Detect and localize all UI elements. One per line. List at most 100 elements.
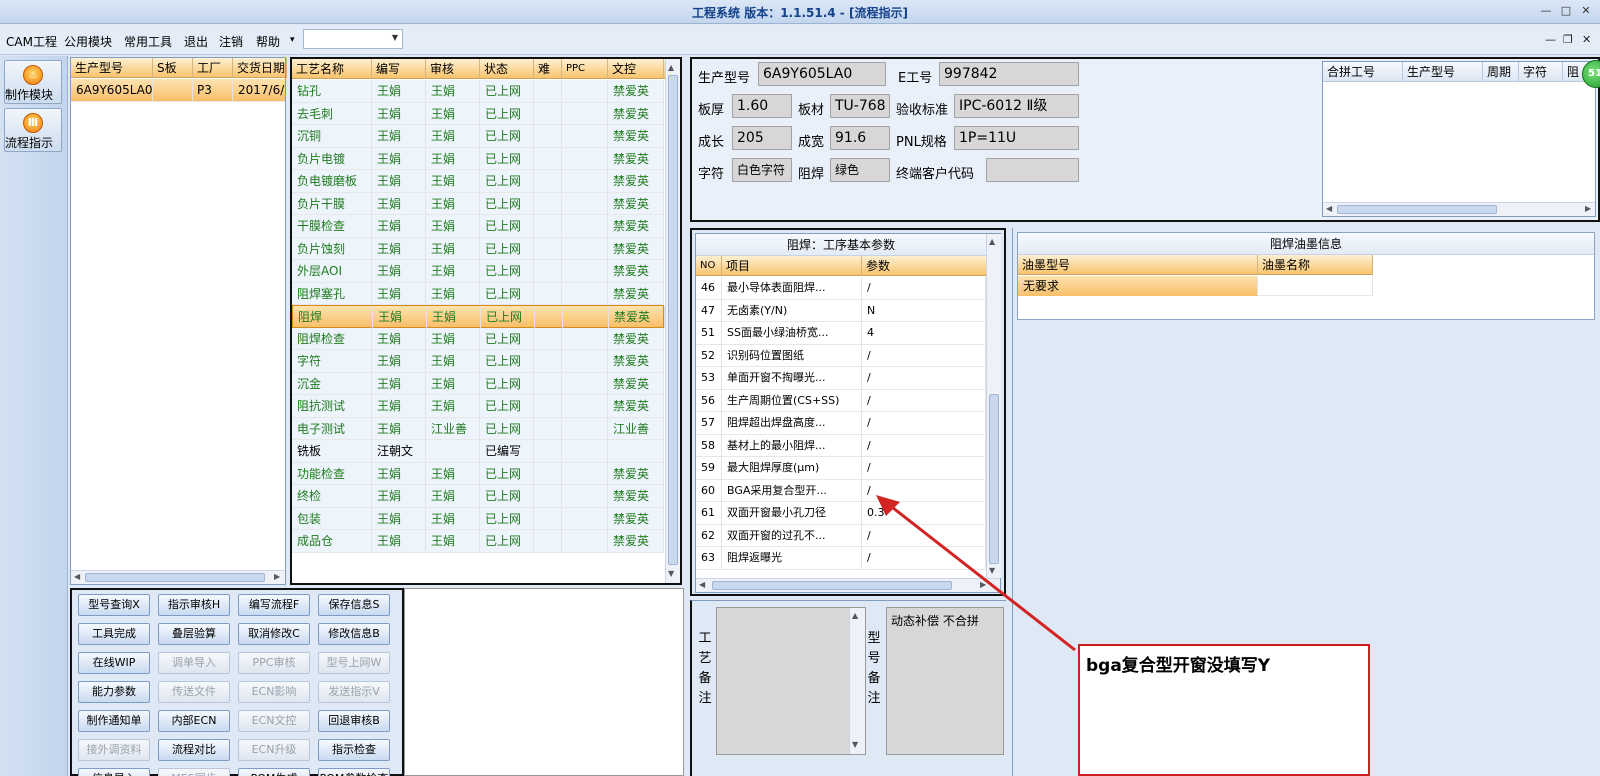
menu-common-modules[interactable]: 公用模块 — [64, 33, 112, 50]
table-row[interactable]: 负电镀磨板 王娟 王娟 已上网 禁爱英 — [292, 170, 664, 193]
action-button[interactable]: 型号上网W — [318, 652, 390, 674]
action-button[interactable]: 工具完成 — [78, 623, 150, 645]
table-row[interactable]: 去毛刺 王娟 王娟 已上网 禁爱英 — [292, 102, 664, 125]
table-row[interactable]: 46 最小导体表面阻焊... / — [696, 277, 986, 300]
action-button[interactable]: 修改信息B — [318, 623, 390, 645]
scroll-right-icon[interactable]: ▶ — [1585, 204, 1591, 213]
vertical-scrollbar[interactable]: ▲ ▼ — [849, 608, 865, 754]
col-header[interactable]: 字符 — [1519, 62, 1563, 82]
scroll-thumb[interactable] — [85, 573, 265, 582]
table-row[interactable]: 阻焊塞孔 王娟 王娟 已上网 禁爱英 — [292, 282, 664, 305]
field-char[interactable]: 白色字符 — [732, 158, 792, 182]
table-row[interactable]: 阻抗测试 王娟 王娟 已上网 禁爱英 — [292, 395, 664, 418]
field-thickness[interactable]: 1.60 — [732, 94, 792, 118]
table-row[interactable]: 干膜检查 王娟 王娟 已上网 禁爱英 — [292, 215, 664, 238]
menu-logout[interactable]: 注销 — [219, 33, 243, 50]
col-header[interactable]: 文控 — [608, 59, 664, 79]
maximize-button[interactable]: □ — [1558, 4, 1574, 18]
table-row[interactable]: 51 SS面最小绿油桥宽... 4 — [696, 322, 986, 345]
table-row[interactable]: 负片蚀刻 王娟 王娟 已上网 禁爱英 — [292, 237, 664, 260]
action-button[interactable]: 传送文件 — [158, 681, 230, 703]
field-mask[interactable]: 绿色 — [830, 158, 890, 182]
process-notes-field[interactable]: ▲ ▼ — [716, 607, 866, 755]
menu-combo[interactable]: ▼ — [303, 29, 403, 49]
menu-cam[interactable]: CAM工程 — [6, 33, 57, 50]
horizontal-scrollbar[interactable]: ◀ ▶ — [71, 570, 285, 584]
action-button[interactable]: PPC审核 — [238, 652, 310, 674]
scroll-left-icon[interactable]: ◀ — [699, 580, 705, 589]
col-header[interactable]: 生产型号 — [71, 58, 153, 78]
col-header[interactable]: PPC — [562, 59, 608, 79]
scroll-thumb[interactable] — [668, 75, 678, 565]
table-row[interactable]: 无要求 — [1018, 276, 1373, 296]
table-row[interactable]: 负片干膜 王娟 王娟 已上网 禁爱英 — [292, 192, 664, 215]
table-row[interactable]: 53 单面开窗不掏曝光... / — [696, 367, 986, 390]
col-header[interactable]: 审核 — [426, 59, 480, 79]
table-row[interactable]: 56 生产周期位置(CS+SS) / — [696, 389, 986, 412]
scroll-left-icon[interactable]: ◀ — [1326, 204, 1332, 213]
table-row[interactable]: 阻焊 王娟 王娟 已上网 禁爱英 — [292, 305, 665, 328]
field-eno[interactable]: 997842 — [939, 62, 1079, 86]
mdi-minimize-button[interactable]: — — [1545, 33, 1556, 46]
field-customer[interactable] — [986, 158, 1079, 182]
action-button[interactable]: 在线WIP — [78, 652, 150, 674]
table-row[interactable]: 成品仓 王娟 王娟 已上网 禁爱英 — [292, 530, 664, 553]
action-button[interactable]: 回退审核B — [318, 710, 390, 732]
field-model[interactable]: 6A9Y605LA0 — [758, 62, 886, 86]
table-row[interactable]: 阻焊检查 王娟 王娟 已上网 禁爱英 — [292, 327, 664, 350]
action-button[interactable]: 保存信息S — [318, 594, 390, 616]
action-button[interactable]: 信息导入 — [78, 768, 150, 776]
nav-production-module[interactable]: ♨ 制作模块 — [4, 60, 62, 104]
mdi-restore-button[interactable]: ❐ — [1563, 33, 1573, 46]
col-header[interactable]: 项目 — [722, 256, 862, 276]
table-row[interactable]: 钻孔 王娟 王娟 已上网 禁爱英 — [292, 80, 664, 103]
help-dropdown-icon[interactable]: ▾ — [290, 35, 295, 45]
table-row[interactable]: 沉铜 王娟 王娟 已上网 禁爱英 — [292, 125, 664, 148]
horizontal-scrollbar[interactable]: ◀ ▶ — [1323, 202, 1595, 216]
action-button[interactable]: 调单导入 — [158, 652, 230, 674]
col-header[interactable]: 生产型号 — [1403, 62, 1483, 82]
action-button[interactable]: 指示检查 — [318, 739, 390, 761]
action-button[interactable]: 叠层验算 — [158, 623, 230, 645]
col-header[interactable]: 油墨型号 — [1018, 255, 1258, 275]
table-row[interactable]: 58 基材上的最小阻焊... / — [696, 434, 986, 457]
col-header[interactable]: 交货日期 — [233, 58, 287, 78]
table-row[interactable]: 包装 王娟 王娟 已上网 禁爱英 — [292, 507, 664, 530]
col-header[interactable]: 参数 — [862, 256, 986, 276]
action-button[interactable]: 接外调资料 — [78, 739, 150, 761]
scroll-thumb[interactable] — [1337, 205, 1497, 214]
scroll-up-icon[interactable]: ▲ — [989, 237, 995, 246]
table-row[interactable]: 电子测试 王娟 江业善 已上网 江业善 — [292, 417, 664, 440]
col-header[interactable]: NO — [696, 256, 722, 276]
col-header[interactable]: 工厂 — [193, 58, 233, 78]
minimize-button[interactable]: — — [1538, 4, 1554, 18]
scroll-up-icon[interactable]: ▲ — [852, 611, 858, 620]
close-button[interactable]: ✕ — [1578, 4, 1594, 18]
scroll-down-icon[interactable]: ▼ — [852, 740, 858, 749]
table-row[interactable]: 52 识别码位置图纸 / — [696, 344, 986, 367]
table-row[interactable]: 字符 王娟 王娟 已上网 禁爱英 — [292, 350, 664, 373]
action-button[interactable]: ECN文控 — [238, 710, 310, 732]
menu-exit[interactable]: 退出 — [184, 33, 208, 50]
action-button[interactable]: POM参数检查 — [318, 768, 390, 776]
col-header[interactable]: S板 — [153, 58, 193, 78]
action-button[interactable]: POM生成 — [238, 768, 310, 776]
vertical-scrollbar[interactable]: ▲ ▼ — [665, 59, 680, 583]
nav-flow-instruction[interactable]: Ⅲ 流程指示 — [4, 108, 62, 152]
table-row[interactable]: 47 无卤素(Y/N) N — [696, 299, 986, 322]
action-button[interactable]: 型号查询X — [78, 594, 150, 616]
action-button[interactable]: 取消修改C — [238, 623, 310, 645]
field-length[interactable]: 205 — [732, 126, 792, 150]
col-header[interactable]: 合拼工号 — [1323, 62, 1403, 82]
action-button[interactable]: 发送指示V — [318, 681, 390, 703]
action-button[interactable]: 指示审核H — [158, 594, 230, 616]
table-row[interactable]: 铣板 汪朝文 已编写 — [292, 440, 664, 463]
scroll-up-icon[interactable]: ▲ — [668, 63, 674, 72]
menu-help[interactable]: 帮助 — [256, 33, 280, 50]
action-button[interactable]: 能力参数 — [78, 681, 150, 703]
col-header[interactable]: 油墨名称 — [1258, 255, 1373, 275]
scroll-down-icon[interactable]: ▼ — [668, 569, 674, 578]
table-row[interactable]: 59 最大阻焊厚度(μm) / — [696, 457, 986, 480]
action-button[interactable]: ECN影响 — [238, 681, 310, 703]
col-header[interactable]: 周期 — [1483, 62, 1519, 82]
